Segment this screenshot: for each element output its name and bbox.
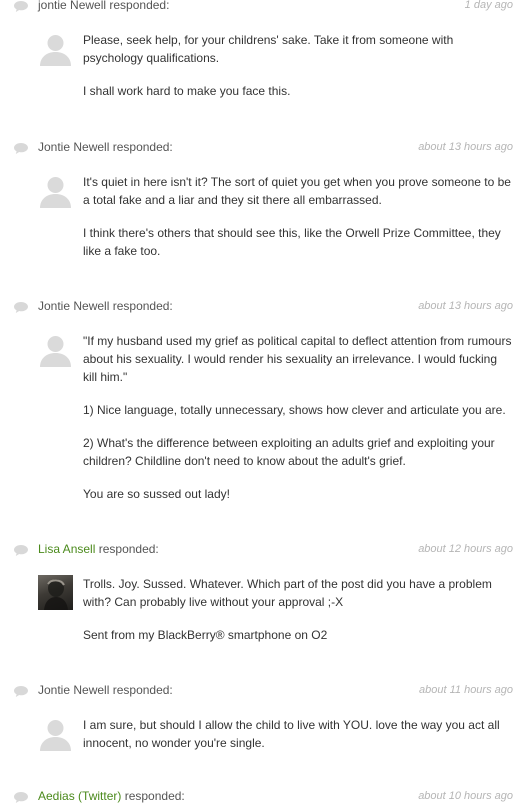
comment: Jontie Newell responded: about 11 hours …	[0, 682, 532, 752]
responded-label: responded:	[112, 683, 173, 697]
comment-paragraph: 2) What's the difference between exploit…	[83, 436, 495, 468]
comment-author-link[interactable]: Aedias (Twitter)	[38, 789, 121, 803]
comment-timestamp[interactable]: 1 day ago	[465, 0, 513, 11]
comment-paragraph: Trolls. Joy. Sussed. Whatever. Which par…	[83, 577, 492, 609]
comment: Jontie Newell responded: about 13 hours …	[0, 298, 532, 503]
comment-paragraph: I think there's others that should see t…	[83, 226, 501, 258]
default-avatar-icon	[40, 177, 71, 208]
comment-author-line: Aedias (Twitter) responded:	[38, 789, 185, 803]
comment-author: Jontie Newell	[38, 299, 110, 313]
comment-author: jontie Newell	[38, 0, 107, 12]
comment-list: jontie Newell responded: 1 day ago Pleas…	[0, 0, 532, 808]
speech-bubble-icon	[14, 686, 28, 697]
comment-body: I am sure, but should I allow the child …	[0, 716, 532, 752]
comment-author-line: Jontie Newell responded:	[38, 683, 173, 697]
comment-body: Trolls. Joy. Sussed. Whatever. Which par…	[0, 575, 532, 644]
comment-body: Please, seek help, for your childrens' s…	[0, 31, 532, 100]
comment: Lisa Ansell responded: about 12 hours ag…	[0, 541, 532, 644]
responded-label: responded:	[109, 0, 170, 12]
default-avatar-icon	[40, 720, 71, 751]
comment-header: Jontie Newell responded: about 13 hours …	[0, 298, 532, 318]
comment-body: It's quiet in here isn't it? The sort of…	[0, 173, 532, 260]
comment-author-line: Jontie Newell responded:	[38, 140, 173, 154]
comment-paragraph: It's quiet in here isn't it? The sort of…	[83, 175, 511, 207]
default-avatar-icon	[40, 35, 71, 66]
speech-bubble-icon	[14, 1, 28, 12]
comment-author: Jontie Newell	[38, 683, 110, 697]
comment-header: Aedias (Twitter) responded: about 10 hou…	[0, 788, 532, 808]
comment-timestamp[interactable]: about 12 hours ago	[418, 543, 513, 555]
comment-header: Jontie Newell responded: about 11 hours …	[0, 682, 532, 702]
comment-header: Jontie Newell responded: about 13 hours …	[0, 139, 532, 159]
comment-paragraph: I am sure, but should I allow the child …	[83, 718, 500, 750]
comment-header: Lisa Ansell responded: about 12 hours ag…	[0, 541, 532, 561]
speech-bubble-icon	[14, 545, 28, 556]
comment-body: "If my husband used my grief as politica…	[0, 332, 532, 503]
comment-author: Jontie Newell	[38, 140, 110, 154]
comment: Aedias (Twitter) responded: about 10 hou…	[0, 788, 532, 808]
speech-bubble-icon	[14, 792, 28, 803]
comment-author-line: jontie Newell responded:	[38, 0, 169, 12]
comment: Jontie Newell responded: about 13 hours …	[0, 139, 532, 260]
comment-author-line: Jontie Newell responded:	[38, 299, 173, 313]
comment-paragraph: Sent from my BlackBerry® smartphone on O…	[83, 628, 328, 642]
comment-timestamp[interactable]: about 10 hours ago	[418, 790, 513, 802]
comment-header: jontie Newell responded: 1 day ago	[0, 0, 532, 17]
comment-paragraph: I shall work hard to make you face this.	[83, 84, 291, 98]
responded-label: responded:	[112, 299, 173, 313]
responded-label: responded:	[124, 789, 185, 803]
speech-bubble-icon	[14, 302, 28, 313]
comment-author-link[interactable]: Lisa Ansell	[38, 542, 95, 556]
user-avatar-photo	[38, 575, 73, 610]
comment-paragraph: "If my husband used my grief as politica…	[83, 334, 512, 384]
comment-timestamp[interactable]: about 13 hours ago	[418, 141, 513, 153]
comment-paragraph: Please, seek help, for your childrens' s…	[83, 33, 454, 65]
speech-bubble-icon	[14, 143, 28, 154]
default-avatar-icon	[40, 336, 71, 367]
comment-paragraph: You are so sussed out lady!	[83, 487, 230, 501]
responded-label: responded:	[98, 542, 159, 556]
responded-label: responded:	[112, 140, 173, 154]
comment-timestamp[interactable]: about 13 hours ago	[418, 300, 513, 312]
comment: jontie Newell responded: 1 day ago Pleas…	[0, 0, 532, 100]
avatar-silhouette	[44, 579, 68, 610]
comment-paragraph: 1) Nice language, totally unnecessary, s…	[83, 403, 506, 417]
comment-author-line: Lisa Ansell responded:	[38, 542, 159, 556]
comment-timestamp[interactable]: about 11 hours ago	[419, 684, 513, 696]
